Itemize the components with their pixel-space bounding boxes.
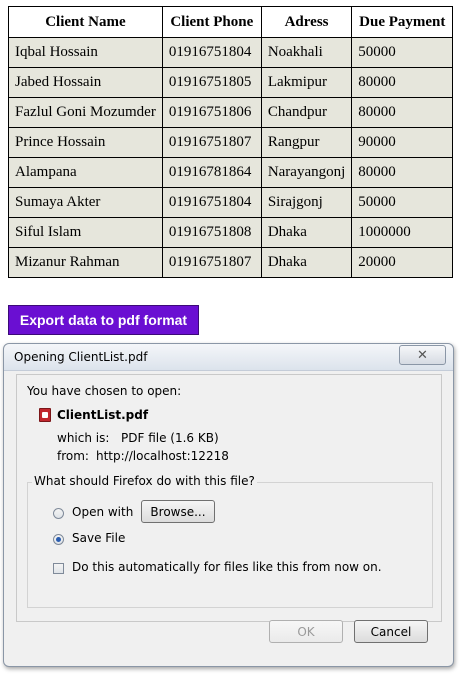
browse-button[interactable]: Browse... (141, 500, 215, 523)
cancel-button[interactable]: Cancel (354, 620, 428, 643)
from-label: from: (57, 449, 89, 463)
cell-client-phone: 01916751804 (161, 187, 262, 218)
close-icon: ✕ (417, 347, 428, 363)
cell-client-phone: 01916751805 (161, 67, 262, 98)
table-row: Fazlul Goni Mozumder 01916751806 Chandpu… (8, 97, 454, 128)
table-row: Mizanur Rahman 01916751807 Dhaka 20000 (8, 247, 454, 278)
cell-address: Rangpur (260, 127, 353, 158)
cell-address: Lakmipur (260, 67, 353, 98)
table-row: Siful Islam 01916751808 Dhaka 1000000 (8, 217, 454, 248)
cell-client-name: Jabed Hossain (8, 67, 163, 98)
file-type-value: PDF file (1.6 KB) (121, 431, 219, 445)
dialog-titlebar: Opening ClientList.pdf ✕ (4, 344, 453, 371)
intro-text: You have chosen to open: (27, 384, 182, 398)
pdf-file-icon (39, 408, 51, 422)
table-row: Prince Hossain 01916751807 Rangpur 90000 (8, 127, 454, 158)
ok-button[interactable]: OK (269, 620, 343, 643)
cell-client-name: Alampana (8, 157, 163, 188)
action-question: What should Firefox do with this file? (32, 474, 257, 488)
which-is-label: which is: (57, 431, 110, 445)
cell-address: Dhaka (260, 217, 353, 248)
cell-client-name: Prince Hossain (8, 127, 163, 158)
cell-client-phone: 01916751804 (161, 37, 262, 68)
cell-due-payment: 50000 (351, 37, 454, 68)
header-client-name: Client Name (8, 6, 163, 38)
table-row: Iqbal Hossain 01916751804 Noakhali 50000 (8, 37, 454, 68)
cell-due-payment: 50000 (351, 187, 454, 218)
table-header-row: Client Name Client Phone Adress Due Paym… (8, 6, 454, 38)
cell-client-name: Siful Islam (8, 217, 163, 248)
table-row: Sumaya Akter 01916751804 Sirajgonj 50000 (8, 187, 454, 218)
cell-client-phone: 01916751806 (161, 97, 262, 128)
open-with-radio[interactable] (53, 508, 64, 519)
header-address: Adress (260, 6, 353, 38)
dialog-title: Opening ClientList.pdf (14, 350, 148, 364)
cell-client-phone: 01916751807 (161, 247, 262, 278)
cell-address: Chandpur (260, 97, 353, 128)
save-file-label[interactable]: Save File (72, 531, 125, 545)
cell-due-payment: 80000 (351, 97, 454, 128)
source-url: http://localhost:12218 (96, 449, 229, 463)
cell-client-phone: 01916781864 (161, 157, 262, 188)
table-row: Alampana 01916781864 Narayangonj 80000 (8, 157, 454, 188)
header-client-phone: Client Phone (161, 6, 262, 38)
client-table: Client Name Client Phone Adress Due Paym… (8, 6, 454, 278)
header-due-payment: Due Payment (351, 6, 454, 38)
dialog-body: You have chosen to open: ClientList.pdf … (16, 374, 442, 622)
download-dialog: Opening ClientList.pdf ✕ You have chosen… (3, 343, 454, 667)
action-group: Open with Browse... Save File Do this au… (27, 482, 433, 608)
auto-action-label[interactable]: Do this automatically for files like thi… (72, 560, 382, 574)
cell-client-name: Mizanur Rahman (8, 247, 163, 278)
cell-due-payment: 80000 (351, 67, 454, 98)
cell-address: Dhaka (260, 247, 353, 278)
cell-address: Noakhali (260, 37, 353, 68)
auto-action-checkbox[interactable] (53, 563, 64, 574)
close-button[interactable]: ✕ (399, 345, 446, 365)
export-pdf-button[interactable]: Export data to pdf format (8, 305, 199, 335)
cell-due-payment: 80000 (351, 157, 454, 188)
cell-client-phone: 01916751808 (161, 217, 262, 248)
cell-due-payment: 90000 (351, 127, 454, 158)
cell-due-payment: 1000000 (351, 217, 454, 248)
file-name: ClientList.pdf (57, 408, 149, 422)
open-with-label[interactable]: Open with (72, 505, 133, 519)
cell-client-name: Fazlul Goni Mozumder (8, 97, 163, 128)
table-row: Jabed Hossain 01916751805 Lakmipur 80000 (8, 67, 454, 98)
save-file-radio[interactable] (53, 534, 64, 545)
cell-due-payment: 20000 (351, 247, 454, 278)
cell-address: Sirajgonj (260, 187, 353, 218)
cell-address: Narayangonj (260, 157, 353, 188)
cell-client-name: Iqbal Hossain (8, 37, 163, 68)
cell-client-phone: 01916751807 (161, 127, 262, 158)
cell-client-name: Sumaya Akter (8, 187, 163, 218)
